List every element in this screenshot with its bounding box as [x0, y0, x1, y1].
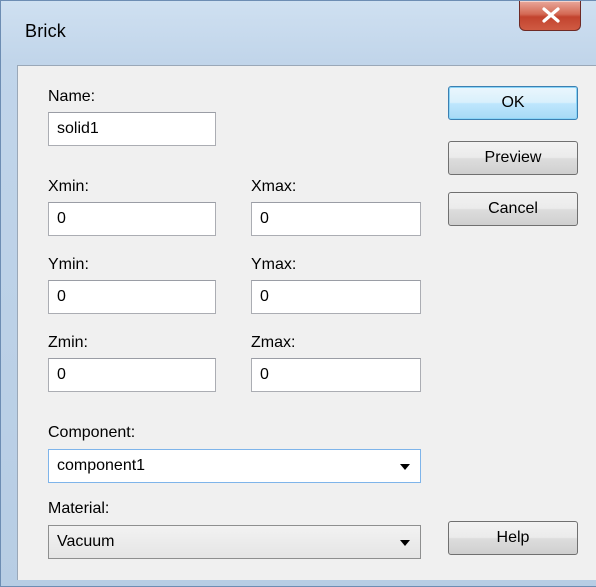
- zmax-label: Zmax:: [251, 334, 296, 351]
- ymax-label: Ymax:: [251, 256, 297, 273]
- ymin-field[interactable]: 0: [48, 280, 216, 314]
- component-combobox[interactable]: component1: [48, 449, 421, 483]
- zmin-label: Zmin:: [48, 334, 88, 351]
- cancel-button[interactable]: Cancel: [448, 192, 578, 226]
- chevron-down-icon[interactable]: [400, 464, 410, 470]
- xmax-label: Xmax:: [251, 178, 297, 195]
- ok-button[interactable]: OK: [448, 86, 578, 120]
- name-label: Name:: [48, 88, 96, 105]
- dialog-client-area: Name: solid1 Xmin: 0 Xmax: 0 Ymin: 0 Yma…: [17, 65, 596, 580]
- preview-button[interactable]: Preview: [448, 141, 578, 175]
- ymin-label: Ymin:: [48, 256, 89, 273]
- help-button[interactable]: Help: [448, 521, 578, 555]
- dialog-window: Brick Name: solid1 Xmin: 0 Xmax: 0 Ymin:…: [0, 0, 596, 587]
- material-dropdown[interactable]: Vacuum: [48, 525, 421, 559]
- chevron-down-icon[interactable]: [400, 540, 410, 546]
- xmin-field[interactable]: 0: [48, 202, 216, 236]
- zmax-field[interactable]: 0: [251, 358, 421, 392]
- name-field[interactable]: solid1: [48, 112, 216, 146]
- window-title: Brick: [25, 21, 66, 41]
- xmin-label: Xmin:: [48, 178, 89, 195]
- material-value: Vacuum: [57, 533, 115, 550]
- component-value: component1: [57, 457, 146, 474]
- close-button[interactable]: [519, 1, 581, 31]
- close-icon: [542, 7, 560, 23]
- ymax-field[interactable]: 0: [251, 280, 421, 314]
- material-label: Material:: [48, 500, 110, 517]
- component-label: Component:: [48, 424, 136, 441]
- zmin-field[interactable]: 0: [48, 358, 216, 392]
- xmax-field[interactable]: 0: [251, 202, 421, 236]
